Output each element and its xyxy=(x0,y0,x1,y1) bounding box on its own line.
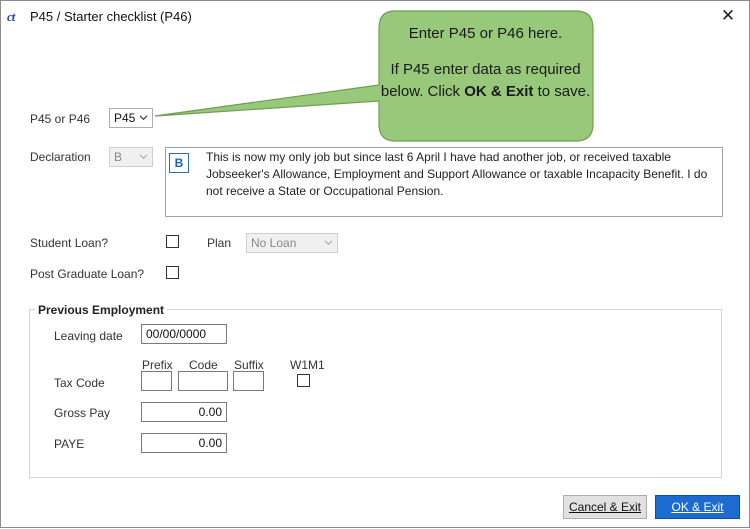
callout-text: Enter P45 or P46 here. If P45 enter data… xyxy=(379,13,592,103)
callout-line2-post: to save. xyxy=(537,83,591,100)
dialog-window: ct P45 / Starter checklist (P46) ✕ P45 o… xyxy=(0,0,750,528)
callout-line1: Enter P45 or P46 here. xyxy=(408,25,563,42)
callout-line2-bold: OK & Exit xyxy=(464,83,534,100)
callout-bubble xyxy=(154,10,594,142)
